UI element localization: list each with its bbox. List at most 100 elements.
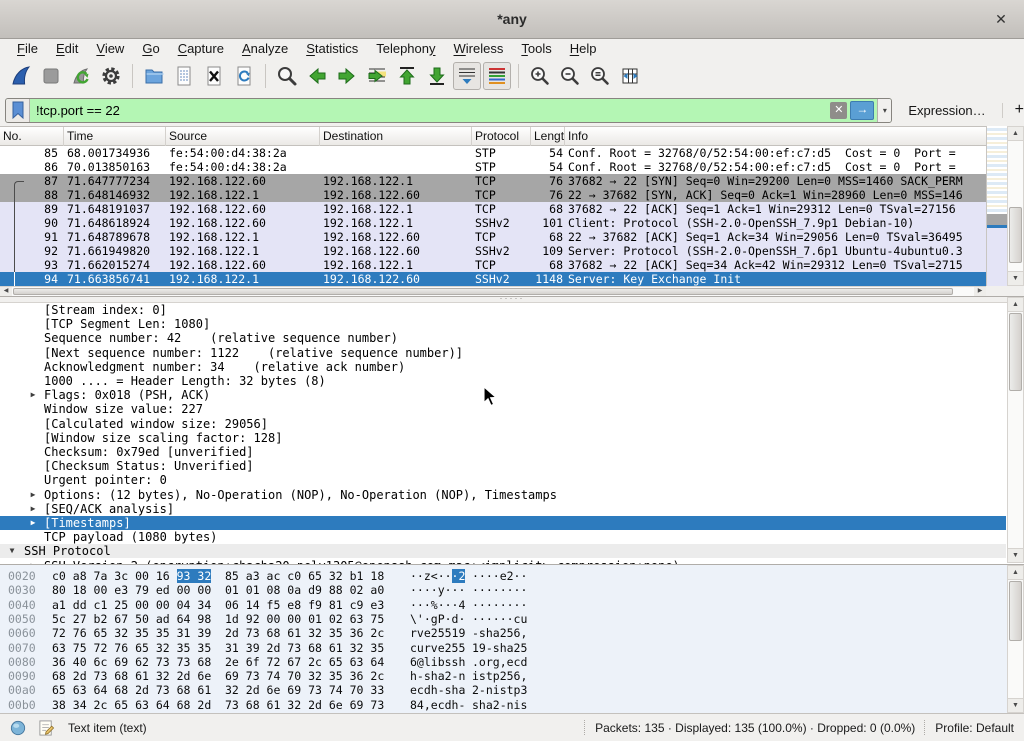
collapsed-arrow-icon[interactable]: ▶ xyxy=(27,516,39,530)
column-header-source[interactable]: Source xyxy=(166,127,320,146)
detail-row[interactable]: Acknowledgment number: 34 (relative ack … xyxy=(0,360,1006,374)
reload-file-button[interactable] xyxy=(230,62,258,90)
packet-row-91[interactable]: 9171.648789678192.168.122.1192.168.122.6… xyxy=(0,230,986,244)
display-filter-input[interactable]: !tcp.port == 22 ✕ → ▾ xyxy=(5,98,892,123)
packet-list-vscrollbar[interactable]: ▲ ▼ xyxy=(1007,126,1024,286)
open-file-button[interactable] xyxy=(140,62,168,90)
detail-row[interactable]: [Next sequence number: 1122 (relative se… xyxy=(0,346,1006,360)
menu-analyze[interactable]: Analyze xyxy=(233,39,297,58)
menu-wireless[interactable]: Wireless xyxy=(445,39,513,58)
packet-row-92[interactable]: 9271.661949820192.168.122.1192.168.122.6… xyxy=(0,244,986,258)
menu-help[interactable]: Help xyxy=(561,39,606,58)
zoom-in-button[interactable] xyxy=(526,62,554,90)
hex-scroll-thumb[interactable] xyxy=(1009,581,1022,641)
expanded-arrow-icon[interactable]: ▼ xyxy=(6,544,18,558)
scroll-up-arrow-icon[interactable]: ▲ xyxy=(1008,566,1023,580)
column-header-info[interactable]: Info xyxy=(565,127,1007,146)
capture-comment-button[interactable] xyxy=(36,718,56,738)
scroll-right-arrow-icon[interactable]: ▶ xyxy=(974,287,986,296)
detail-row[interactable]: [Calculated window size: 29056] xyxy=(0,417,1006,431)
expert-info-button[interactable] xyxy=(8,718,28,738)
detail-row[interactable]: Checksum: 0x79ed [unverified] xyxy=(0,445,1006,459)
auto-scroll-button[interactable] xyxy=(453,62,481,90)
detail-row[interactable]: ▶[Timestamps] xyxy=(0,516,1006,530)
hex-row-0080[interactable]: 008036 40 6c 69 62 73 73 682e 6f 72 67 2… xyxy=(0,655,1006,669)
detail-row[interactable]: [Window size scaling factor: 128] xyxy=(0,431,1006,445)
find-packet-button[interactable] xyxy=(273,62,301,90)
clear-filter-button[interactable]: ✕ xyxy=(830,102,847,119)
restart-capture-button[interactable] xyxy=(67,62,95,90)
packet-row-85[interactable]: 8568.001734936fe:54:00:d4:38:2aSTP54Conf… xyxy=(0,146,986,160)
detail-row[interactable]: Sequence number: 42 (relative sequence n… xyxy=(0,331,1006,345)
detail-row[interactable]: Urgent pointer: 0 xyxy=(0,473,1006,487)
scroll-down-arrow-icon[interactable]: ▼ xyxy=(1008,698,1023,712)
menu-capture[interactable]: Capture xyxy=(169,39,233,58)
packet-list-hscrollbar[interactable]: ◀ ▶ xyxy=(0,286,986,296)
column-header-length[interactable]: Length xyxy=(531,127,565,146)
detail-row[interactable]: ▶Flags: 0x018 (PSH, ACK) xyxy=(0,388,1006,402)
menu-view[interactable]: View xyxy=(87,39,133,58)
hex-row-0020[interactable]: 0020c0 a8 7a 3c 00 16 93 3285 a3 ac c0 6… xyxy=(0,569,1006,583)
detail-row[interactable]: ▶Options: (12 bytes), No-Operation (NOP)… xyxy=(0,488,1006,502)
close-file-button[interactable] xyxy=(200,62,228,90)
detail-row[interactable]: [Stream index: 0] xyxy=(0,303,1006,317)
menu-edit[interactable]: Edit xyxy=(47,39,87,58)
hex-vscrollbar[interactable]: ▲ ▼ xyxy=(1007,565,1024,713)
packet-row-90[interactable]: 9071.648618924192.168.122.60192.168.122.… xyxy=(0,216,986,230)
scroll-left-arrow-icon[interactable]: ◀ xyxy=(0,287,12,296)
scroll-up-arrow-icon[interactable]: ▲ xyxy=(1008,127,1023,141)
detail-row[interactable]: 1000 .... = Header Length: 32 bytes (8) xyxy=(0,374,1006,388)
titlebar[interactable]: *any ✕ xyxy=(0,0,1024,39)
detail-row[interactable]: ▶[SEQ/ACK analysis] xyxy=(0,502,1006,516)
detail-row[interactable]: TCP payload (1080 bytes) xyxy=(0,530,1006,544)
packet-row-88[interactable]: 8871.648146932192.168.122.1192.168.122.6… xyxy=(0,188,986,202)
column-header-time[interactable]: Time xyxy=(64,127,166,146)
hex-row-0050[interactable]: 00505c 27 b2 67 50 ad 64 981d 92 00 00 0… xyxy=(0,612,1006,626)
hex-row-00b0[interactable]: 00b038 34 2c 65 63 64 68 2d73 68 61 32 2… xyxy=(0,698,1006,712)
detail-row[interactable]: ▼SSH Protocol xyxy=(0,544,1006,558)
filter-history-dropdown[interactable]: ▾ xyxy=(877,99,891,122)
capture-options-button[interactable] xyxy=(97,62,125,90)
hex-row-0030[interactable]: 003080 18 00 e3 79 ed 00 0001 01 08 0a d… xyxy=(0,583,1006,597)
packet-list-scroll-thumb[interactable] xyxy=(1009,207,1022,263)
packet-row-93[interactable]: 9371.662015274192.168.122.60192.168.122.… xyxy=(0,258,986,272)
filter-bookmark-button[interactable] xyxy=(6,99,30,122)
details-scroll-thumb[interactable] xyxy=(1009,313,1022,391)
profile-button[interactable]: Profile: Default xyxy=(935,721,1014,735)
detail-row[interactable]: [Checksum Status: Unverified] xyxy=(0,459,1006,473)
packet-row-94[interactable]: 9471.663856741192.168.122.1192.168.122.6… xyxy=(0,272,986,286)
details-vscrollbar[interactable]: ▲ ▼ xyxy=(1007,297,1024,563)
menu-go[interactable]: Go xyxy=(133,39,168,58)
detail-row[interactable]: Window size value: 227 xyxy=(0,402,1006,416)
column-header-no[interactable]: No. xyxy=(0,127,64,146)
start-capture-button[interactable] xyxy=(7,62,35,90)
packet-row-87[interactable]: 8771.647777234192.168.122.60192.168.122.… xyxy=(0,174,986,188)
scroll-up-arrow-icon[interactable]: ▲ xyxy=(1008,298,1023,312)
packet-row-86[interactable]: 8670.013850163fe:54:00:d4:38:2aSTP54Conf… xyxy=(0,160,986,174)
column-header-destination[interactable]: Destination xyxy=(320,127,472,146)
hex-row-0070[interactable]: 007063 75 72 76 65 32 35 3531 39 2d 73 6… xyxy=(0,641,1006,655)
collapsed-arrow-icon[interactable]: ▶ xyxy=(27,388,39,402)
hex-row-0040[interactable]: 0040a1 dd c1 25 00 00 04 3406 14 f5 e8 f… xyxy=(0,598,1006,612)
collapsed-arrow-icon[interactable]: ▶ xyxy=(27,488,39,502)
zoom-original-button[interactable] xyxy=(586,62,614,90)
menu-telephony[interactable]: Telephony xyxy=(367,39,444,58)
go-to-packet-button[interactable] xyxy=(363,62,391,90)
packet-list-hscroll-thumb[interactable] xyxy=(13,288,953,295)
go-forward-button[interactable] xyxy=(333,62,361,90)
hex-row-0060[interactable]: 006072 76 65 32 35 35 31 392d 73 68 61 3… xyxy=(0,626,1006,640)
close-window-button[interactable]: ✕ xyxy=(991,9,1011,29)
resize-columns-button[interactable] xyxy=(616,62,644,90)
column-header-protocol[interactable]: Protocol xyxy=(472,127,531,146)
go-last-button[interactable] xyxy=(423,62,451,90)
packet-row-89[interactable]: 8971.648191037192.168.122.60192.168.122.… xyxy=(0,202,986,216)
scroll-down-arrow-icon[interactable]: ▼ xyxy=(1008,548,1023,562)
menu-file[interactable]: File xyxy=(8,39,47,58)
filter-text[interactable]: !tcp.port == 22 xyxy=(30,103,830,118)
scroll-down-arrow-icon[interactable]: ▼ xyxy=(1008,271,1023,285)
apply-filter-button[interactable]: → xyxy=(850,101,874,120)
menu-statistics[interactable]: Statistics xyxy=(297,39,367,58)
packet-minimap[interactable] xyxy=(986,126,1007,286)
zoom-out-button[interactable] xyxy=(556,62,584,90)
hex-row-00a0[interactable]: 00a065 63 64 68 2d 73 68 6132 2d 6e 69 7… xyxy=(0,683,1006,697)
